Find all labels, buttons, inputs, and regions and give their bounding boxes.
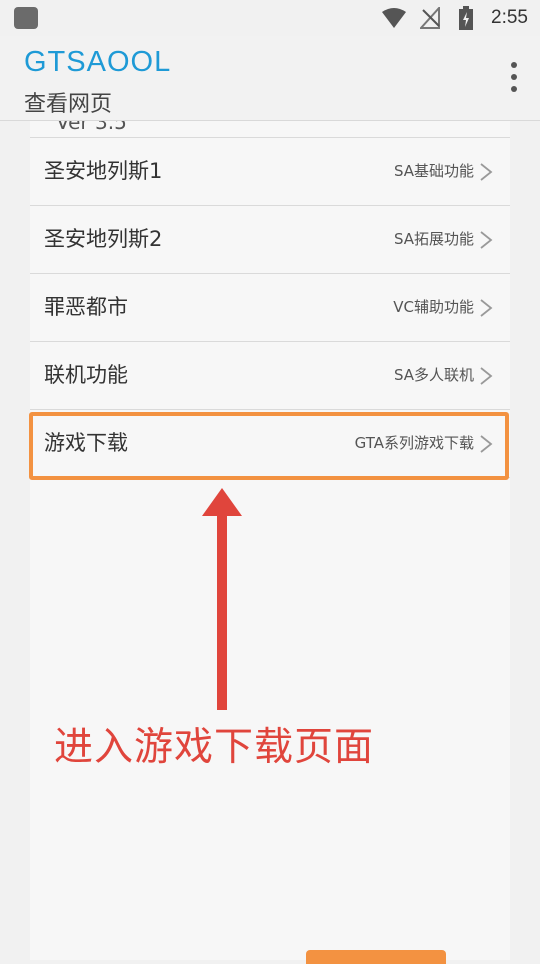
content-panel: Ver 3.5 圣安地列斯1 SA基础功能 圣安地列斯2 SA拓展功能 罪恶都市… <box>30 121 510 960</box>
wifi-icon <box>381 6 407 30</box>
menu-item-san-andreas-1[interactable]: 圣安地列斯1 SA基础功能 <box>30 138 510 206</box>
menu-item-label: 圣安地列斯1 <box>44 159 163 183</box>
app-bar: GTSAOOL 查看网页 <box>0 36 540 121</box>
menu-item-multiplayer[interactable]: 联机功能 SA多人联机 <box>30 342 510 410</box>
no-signal-icon <box>417 6 443 30</box>
status-bar: 2:55 <box>0 0 540 36</box>
bottom-highlight-edge <box>306 950 446 964</box>
app-subtitle: 查看网页 <box>24 92 113 117</box>
menu-item-label: 圣安地列斯2 <box>44 227 163 251</box>
chevron-right-icon <box>480 367 493 385</box>
chevron-right-icon <box>480 299 493 317</box>
up-arrow-icon <box>202 488 242 710</box>
menu-item-vice-city[interactable]: 罪恶都市 VC辅助功能 <box>30 274 510 342</box>
battery-charging-icon <box>453 6 479 30</box>
menu-item-san-andreas-2[interactable]: 圣安地列斯2 SA拓展功能 <box>30 206 510 274</box>
app-notification-icon <box>14 7 38 29</box>
menu-item-desc: SA多人联机 <box>393 366 474 384</box>
menu-item-desc: SA拓展功能 <box>393 230 474 248</box>
overflow-menu-button[interactable] <box>506 62 522 92</box>
app-title: GTSAOOL <box>24 46 172 78</box>
status-icons: 2:55 <box>381 4 528 32</box>
menu-item-label: 罪恶都市 <box>44 295 128 319</box>
clock: 2:55 <box>491 7 528 28</box>
version-text: Ver 3.5 <box>56 121 127 134</box>
menu-item-desc: VC辅助功能 <box>393 298 474 316</box>
overflow-dot-icon <box>511 62 517 68</box>
overflow-dot-icon <box>511 86 517 92</box>
menu-item-label: 联机功能 <box>44 363 128 387</box>
highlight-box <box>29 412 509 480</box>
version-row: Ver 3.5 <box>30 121 510 138</box>
annotation-text: 进入游戏下载页面 <box>54 725 375 770</box>
chevron-right-icon <box>480 231 493 249</box>
menu-item-desc: SA基础功能 <box>393 162 474 180</box>
overflow-dot-icon <box>511 74 517 80</box>
chevron-right-icon <box>480 163 493 181</box>
